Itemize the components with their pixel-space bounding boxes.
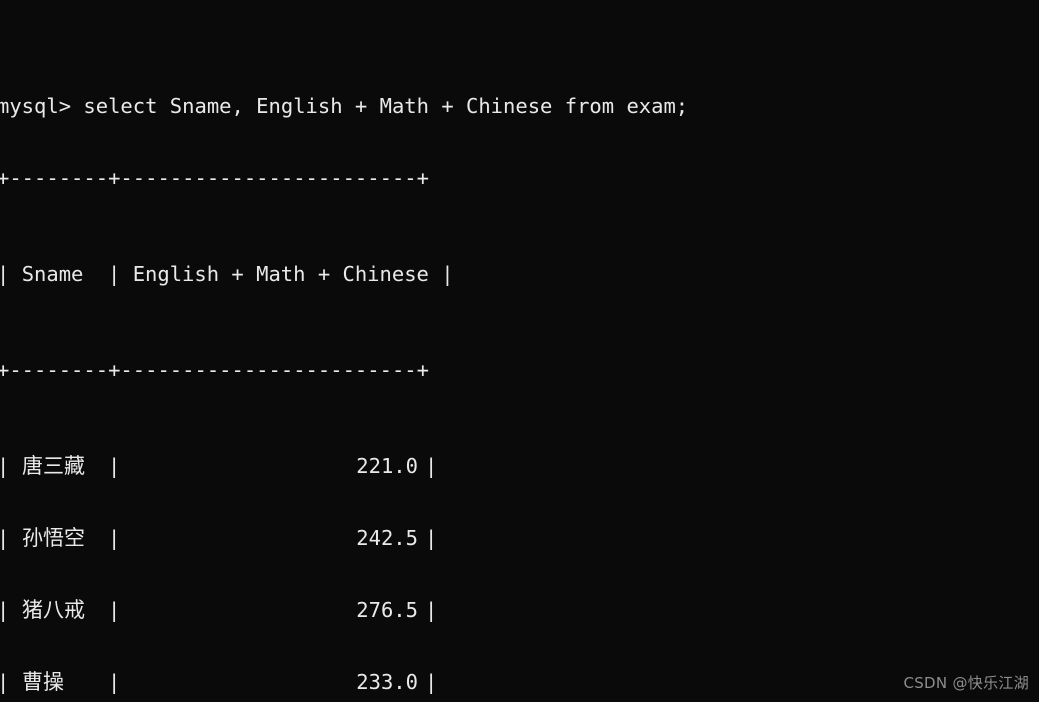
command-line-1: mysql> select Sname, English + Math + Ch… xyxy=(0,94,689,118)
table-row: | 曹操 | 233.0 | xyxy=(0,670,438,694)
table-row: | 唐三藏 | 221.0 | xyxy=(0,454,438,478)
table-row: | 孙悟空 | 242.5 | xyxy=(0,526,438,550)
table1-header-row: | Sname | English + Math + Chinese | xyxy=(0,262,1039,286)
table1-border-mid: +--------+------------------------+ xyxy=(0,358,429,382)
table1-total: 221.0 xyxy=(356,454,418,478)
table1-header-cell-1: | Sname xyxy=(0,262,84,286)
table1-name: 曹操 xyxy=(22,670,64,694)
table1-border-top: +--------+------------------------+ xyxy=(0,166,429,190)
terminal-window[interactable]: mysql> select Sname, English + Math + Ch… xyxy=(0,0,1039,702)
table1-name: 孙悟空 xyxy=(22,526,85,550)
csdn-watermark: CSDN @快乐江湖 xyxy=(903,674,1029,692)
table1-total: 242.5 xyxy=(356,526,418,550)
table1-name: 猪八戒 xyxy=(22,598,85,622)
table1-total: 233.0 xyxy=(356,670,418,694)
table1-total: 276.5 xyxy=(356,598,418,622)
terminal-output: mysql> select Sname, English + Math + Ch… xyxy=(0,0,1039,702)
table1-name: 唐三藏 xyxy=(22,454,85,478)
table1-header-cell-2: | English + Math + Chinese | xyxy=(108,262,454,286)
table-row: | 猪八戒 | 276.5 | xyxy=(0,598,438,622)
